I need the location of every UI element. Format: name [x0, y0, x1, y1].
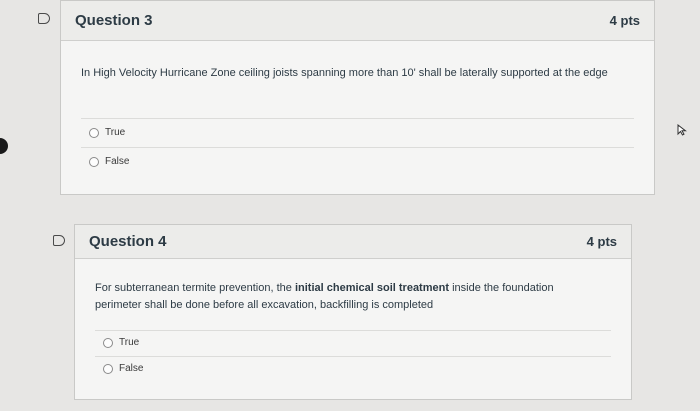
question-title: Question 4	[89, 233, 167, 250]
radio-button[interactable]	[103, 363, 113, 374]
answer-divider	[95, 330, 611, 331]
answer-divider	[81, 147, 634, 148]
edge-circle	[0, 138, 8, 154]
question-header: Question 4 4 pts	[75, 225, 631, 259]
question-text-bold: initial chemical soil treatment	[294, 282, 450, 294]
answer-label: True	[119, 337, 140, 348]
radio-button[interactable]	[103, 337, 113, 348]
question-title: Question 3	[75, 12, 153, 29]
question-text: In High Velocity Hurricane Zone ceiling …	[81, 67, 608, 79]
question-card-4: Question 4 4 pts For subterranean termit…	[74, 224, 632, 400]
answer-option-false[interactable]: False	[89, 156, 129, 167]
question-text-before: For subterranean termite prevention, the	[95, 282, 295, 294]
answer-divider	[95, 356, 611, 357]
flag-question-icon[interactable]	[38, 13, 50, 24]
answer-label: False	[119, 363, 144, 374]
answer-label: False	[105, 156, 130, 167]
question-card-3: Question 3 4 pts In High Velocity Hurric…	[60, 0, 655, 195]
answer-divider	[81, 118, 634, 119]
answer-label: True	[105, 127, 126, 138]
answer-option-true[interactable]: True	[89, 127, 125, 138]
question-header: Question 3 4 pts	[61, 1, 654, 41]
question-points: 4 pts	[609, 13, 640, 28]
radio-button[interactable]	[89, 127, 99, 138]
question-points: 4 pts	[586, 234, 617, 249]
answer-option-true[interactable]: True	[103, 337, 139, 348]
flag-question-icon[interactable]	[53, 235, 65, 246]
question-text: For subterranean termite prevention, the…	[95, 280, 595, 314]
mouse-cursor-icon	[677, 124, 687, 136]
answer-option-false[interactable]: False	[103, 363, 143, 374]
radio-button[interactable]	[89, 156, 99, 167]
